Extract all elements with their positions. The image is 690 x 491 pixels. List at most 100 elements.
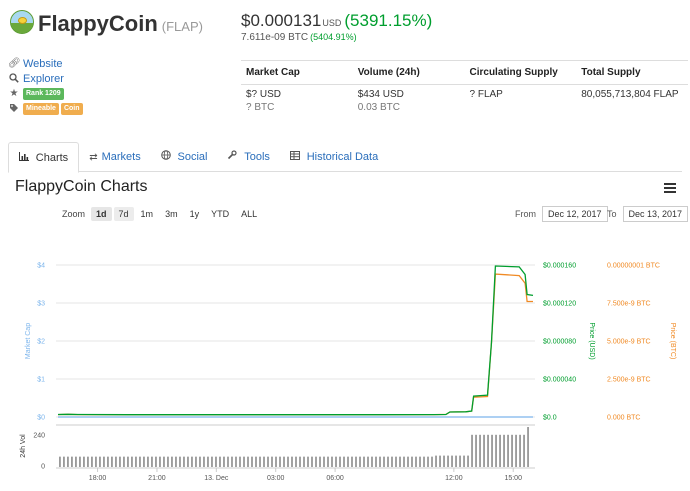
price-usd-tick-label: $0.000040 [543, 377, 576, 384]
tag-coin[interactable]: Coin [60, 102, 83, 115]
price-btc-tick-label: 5.000e-9 BTC [607, 339, 651, 346]
price-usd-tick-label: $0.000080 [543, 339, 576, 346]
price-btc-tick-label: 2.500e-9 BTC [607, 377, 651, 384]
range-from-input[interactable]: Dec 12, 2017 [542, 206, 608, 222]
stats-table: Market Cap Volume (24h) Circulating Supp… [241, 60, 688, 115]
stats-volume-btc: 0.03 BTC [357, 102, 400, 113]
range-to: To Dec 13, 2017 [607, 206, 689, 222]
range-to-label: To [607, 209, 617, 219]
table-icon [289, 151, 303, 163]
market-cap-tick-label: $0 [37, 415, 45, 422]
chart-title: FlappyCoin Charts [15, 178, 148, 195]
globe-icon [160, 150, 174, 163]
tab-historical-data-label: Historical Data [306, 151, 379, 163]
coin-symbol: (FLAP) [161, 19, 203, 34]
zoom-1y-button[interactable]: 1y [185, 207, 205, 221]
market-cap-tick-label: $1 [37, 377, 45, 384]
market-cap-tick-label: $4 [37, 263, 45, 270]
tab-social-label: Social [177, 151, 208, 163]
tab-markets[interactable]: ⇄ Markets [79, 142, 151, 172]
stats-usd-row: $? USD $434 USD ? FLAP 80,055,713,804 FL… [241, 89, 688, 102]
bar-chart-icon [19, 152, 32, 164]
explorer-link[interactable]: Explorer [23, 73, 64, 85]
stats-btc-empty-2 [576, 102, 688, 115]
market-cap-tick-label: $2 [37, 339, 45, 346]
price-usd-line [57, 265, 534, 416]
price-chart[interactable]: $0 $1 $2 $3 $4 Market Cap $0.0 $0.000040 $0.0000… [0, 228, 690, 491]
volume-tick-label: 0 [41, 464, 45, 471]
market-cap-axis-title: Market Cap [25, 323, 32, 359]
tag-mineable[interactable]: Mineable [23, 102, 59, 115]
x-tick-label: 06:00 [326, 475, 344, 482]
price-btc-value: 7.611e-09 BTC [241, 32, 309, 43]
tab-social[interactable]: Social [151, 142, 218, 172]
tab-charts[interactable]: Charts [8, 142, 80, 173]
stats-total-supply: 80,055,713,804 FLAP [581, 89, 679, 100]
price-btc-line [57, 273, 533, 416]
exchange-icon: ⇄ [89, 152, 98, 163]
price-usd-axis-title: Price (USD) [588, 322, 595, 359]
stats-market-cap-usd: $? USD [246, 89, 282, 100]
x-tick-label: 18:00 [89, 475, 107, 482]
tab-tools-label: Tools [244, 151, 270, 163]
zoom-7d-button[interactable]: 7d [113, 207, 134, 221]
tab-charts-label: Charts [35, 152, 69, 164]
x-tick-label: 12:00 [445, 475, 463, 482]
stats-btc-row: ? BTC 0.03 BTC [241, 102, 688, 115]
price-usd-value: $0.000131 [241, 11, 322, 30]
x-tick-label: 13. Dec [204, 475, 229, 482]
zoom-controls: Zoom 1d 7d 1m 3m 1y YTD ALL [62, 207, 264, 221]
range-from-label: From [515, 209, 536, 219]
tags-icon [8, 103, 20, 115]
market-cap-tick-label: $3 [37, 301, 45, 308]
stats-volume-usd: $434 USD [357, 89, 404, 100]
zoom-label: Zoom [62, 209, 86, 219]
stats-header-market-cap: Market Cap [246, 67, 300, 78]
coin-name: FlappyCoin [38, 11, 158, 36]
tab-bar: Charts ⇄ Markets Social Tools Historical … [8, 142, 682, 173]
price-btc-tick-label: 0.00000001 BTC [607, 263, 660, 270]
stats-header-circulating: Circulating Supply [469, 67, 558, 78]
range-from: From Dec 12, 2017 [515, 206, 608, 222]
price-usd-tick-label: $0.000120 [543, 301, 576, 308]
x-tick-label: 03:00 [267, 475, 285, 482]
rank-badge: Rank 1209 [23, 87, 64, 100]
price-btc-tick-label: 0.000 BTC [607, 415, 640, 422]
price-usd-unit: USD [322, 18, 342, 28]
tab-historical-data[interactable]: Historical Data [280, 142, 388, 172]
coin-title: FlappyCoin (FLAP) [38, 11, 203, 37]
search-icon [8, 72, 20, 85]
zoom-ytd-button[interactable]: YTD [206, 207, 234, 221]
price-btc-axis-title: Price (BTC) [669, 323, 676, 360]
price-btc: 7.611e-09 BTC (5404.91%) [241, 32, 357, 43]
price-usd-tick-label: $0.000160 [543, 263, 576, 270]
chart-menu-icon[interactable] [664, 183, 676, 193]
zoom-1m-button[interactable]: 1m [136, 207, 159, 221]
zoom-3m-button[interactable]: 3m [160, 207, 183, 221]
zoom-1d-button[interactable]: 1d [91, 207, 112, 221]
tab-markets-label: Markets [101, 151, 141, 163]
volume-tick-label: 240 [33, 432, 45, 439]
link-icon: 🔗︎ [8, 57, 21, 69]
price-usd-tick-label: $0.0 [543, 415, 557, 422]
price-btc-change: (5404.91%) [310, 32, 357, 42]
stats-header-row: Market Cap Volume (24h) Circulating Supp… [241, 61, 688, 85]
price-usd-change: (5391.15%) [344, 11, 433, 30]
stats-header-total: Total Supply [581, 67, 641, 78]
zoom-all-button[interactable]: ALL [236, 207, 262, 221]
price-usd: $0.000131USD (5391.15%) [241, 11, 432, 31]
x-tick-label: 15:00 [504, 475, 522, 482]
range-to-input[interactable]: Dec 13, 2017 [622, 206, 689, 222]
tab-tools[interactable]: Tools [217, 142, 279, 172]
stats-btc-empty-1 [465, 102, 577, 115]
stats-circulating-supply: ? FLAP [469, 89, 503, 100]
coin-links: 🔗︎ Website Explorer ★ Rank 1209 Mineable… [8, 56, 208, 116]
stats-market-cap-btc: ? BTC [246, 102, 275, 113]
volume-axis-title: 24h Vol [20, 434, 27, 458]
wrench-icon [227, 150, 240, 163]
x-tick-label: 21:00 [148, 475, 166, 482]
stats-header-volume: Volume (24h) [357, 67, 420, 78]
website-link[interactable]: Website [23, 58, 63, 70]
star-icon: ★ [9, 87, 19, 99]
flappy-bird-logo-icon [10, 10, 34, 34]
